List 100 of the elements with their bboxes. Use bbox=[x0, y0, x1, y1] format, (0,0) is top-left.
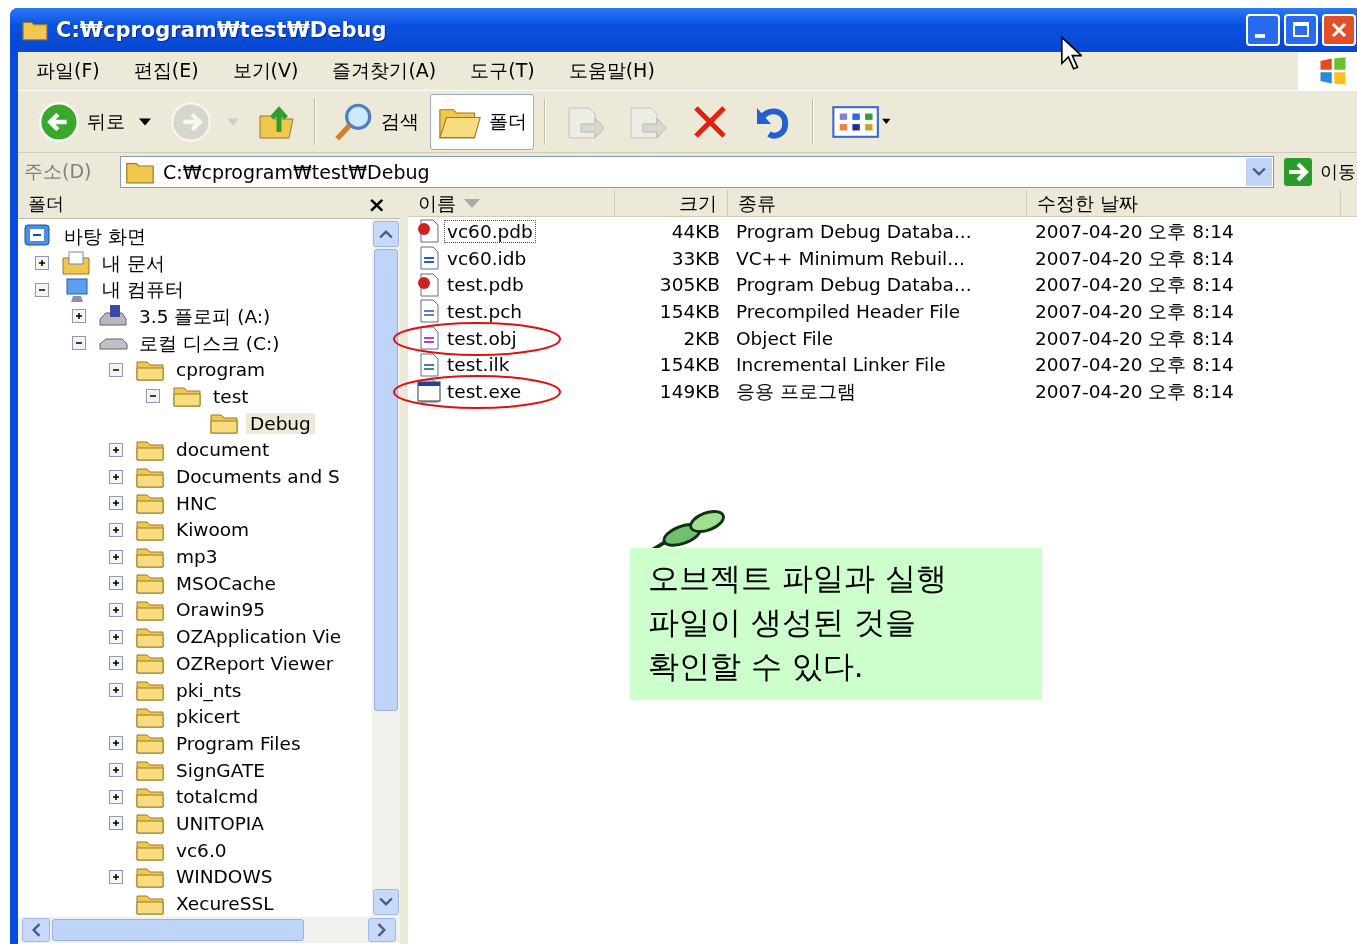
folder-tree-item[interactable]: 내 문서 bbox=[98, 250, 169, 276]
expand-button[interactable] bbox=[109, 469, 123, 484]
folder-tree-item[interactable]: 3.5 플로피 (A:) bbox=[135, 303, 275, 329]
search-button[interactable]: 검색 bbox=[326, 93, 426, 150]
folder-tree-item[interactable]: 바탕 화면 bbox=[60, 223, 150, 249]
expand-button[interactable] bbox=[109, 576, 123, 591]
folder-tree-item[interactable]: 로컬 디스크 (C:) bbox=[135, 330, 284, 356]
pane-title: 폴더 bbox=[28, 192, 64, 216]
file-name[interactable]: test.pdb bbox=[444, 273, 527, 297]
folder-tree-item[interactable]: cprogram bbox=[172, 359, 270, 381]
column-header[interactable]: 이름 bbox=[408, 190, 615, 216]
scroll-down-button[interactable] bbox=[373, 889, 399, 915]
expand-button[interactable] bbox=[109, 496, 123, 511]
folder-tree-item[interactable]: MSOCache bbox=[172, 572, 280, 594]
scroll-right-button[interactable] bbox=[368, 918, 396, 942]
folder-tree-item[interactable]: XecureSSL bbox=[172, 893, 278, 915]
expand-button[interactable] bbox=[109, 816, 123, 831]
back-button[interactable]: 뒤로 bbox=[30, 93, 158, 150]
menu-item[interactable]: 도움말(H) bbox=[550, 58, 671, 84]
folder-tree-item[interactable]: Debug bbox=[246, 412, 315, 434]
collapse-button[interactable] bbox=[109, 362, 123, 377]
maximize-icon bbox=[1291, 20, 1311, 40]
file-name[interactable]: test.ilk bbox=[444, 353, 513, 377]
mouse-pointer-icon bbox=[1060, 36, 1082, 70]
file-size: 2KB bbox=[682, 327, 721, 349]
expand-button[interactable] bbox=[109, 869, 123, 884]
scrollbar-thumb[interactable] bbox=[52, 919, 304, 941]
file-name[interactable]: vc60.pdb bbox=[444, 219, 536, 243]
file-icon bbox=[416, 272, 442, 297]
folder-tree-item[interactable]: Program Files bbox=[172, 732, 305, 754]
menu-item[interactable]: 도구(T) bbox=[452, 58, 551, 84]
scrollbar-thumb[interactable] bbox=[374, 249, 398, 711]
go-button[interactable]: 이동 bbox=[1278, 156, 1357, 187]
expand-button[interactable] bbox=[35, 256, 49, 271]
expand-button[interactable] bbox=[109, 442, 123, 457]
folder-tree-item[interactable]: Documents and S bbox=[172, 466, 344, 488]
close-button[interactable] bbox=[1322, 14, 1356, 46]
menu-item[interactable]: 즐겨찾기(A) bbox=[314, 58, 453, 84]
arrow-right-icon bbox=[1282, 156, 1314, 187]
expand-button[interactable] bbox=[109, 629, 123, 644]
expand-button[interactable] bbox=[109, 763, 123, 778]
folder-tree-item[interactable]: pki_nts bbox=[172, 679, 246, 701]
close-button[interactable]: × bbox=[363, 191, 390, 217]
chevron-down-icon bbox=[379, 897, 393, 907]
folder-tree-item[interactable]: vc6.0 bbox=[172, 839, 231, 861]
folder-tree-item[interactable]: WINDOWS bbox=[172, 866, 277, 888]
file-type: Program Debug Databa... bbox=[735, 220, 973, 242]
column-header[interactable]: 수정한 날짜 bbox=[1027, 190, 1341, 216]
folder-tree-item[interactable]: OZReport Viewer bbox=[172, 652, 338, 674]
file-date: 2007-04-20 오후 8:14 bbox=[1034, 353, 1235, 378]
folder-tree-item[interactable]: mp3 bbox=[172, 546, 222, 568]
horizontal-scrollbar[interactable] bbox=[18, 917, 400, 943]
folder-tree-item[interactable]: 내 컴퓨터 bbox=[98, 277, 188, 303]
menu-item[interactable]: 파일(F) bbox=[18, 58, 116, 84]
expand-button[interactable] bbox=[109, 656, 123, 671]
maximize-button[interactable] bbox=[1284, 14, 1318, 46]
minimize-button[interactable] bbox=[1246, 14, 1280, 46]
file-date: 2007-04-20 오후 8:14 bbox=[1034, 299, 1235, 324]
expand-button[interactable] bbox=[109, 789, 123, 804]
expand-button[interactable] bbox=[109, 736, 123, 751]
expand-button[interactable] bbox=[72, 309, 86, 324]
file-type: VC++ Minimum Rebuil... bbox=[735, 247, 966, 269]
dropdown-button[interactable] bbox=[1246, 157, 1272, 186]
scroll-left-button[interactable] bbox=[22, 918, 50, 942]
folder-tree-item[interactable]: UNITOPIA bbox=[172, 812, 268, 834]
collapse-button[interactable] bbox=[72, 336, 86, 351]
minimize-icon bbox=[1255, 34, 1265, 38]
folder-tree-item[interactable]: SignGATE bbox=[172, 759, 269, 781]
expand-button[interactable] bbox=[109, 602, 123, 617]
expand-button[interactable] bbox=[109, 522, 123, 537]
menu-item[interactable]: 보기(V) bbox=[214, 58, 315, 84]
folder-tree-item[interactable]: Kiwoom bbox=[172, 519, 254, 541]
vertical-scrollbar[interactable] bbox=[372, 219, 400, 917]
collapse-button[interactable] bbox=[146, 389, 160, 404]
file-type: Program Debug Databa... bbox=[735, 274, 973, 296]
file-date: 2007-04-20 오후 8:14 bbox=[1034, 273, 1235, 298]
expand-button[interactable] bbox=[109, 549, 123, 564]
column-header[interactable]: 종류 bbox=[728, 190, 1027, 216]
collapse-button[interactable] bbox=[35, 282, 49, 297]
file-type: Object File bbox=[735, 327, 835, 349]
file-icon bbox=[416, 379, 442, 404]
menu-item[interactable]: 편집(E) bbox=[115, 58, 215, 84]
documents-folder-icon bbox=[60, 250, 92, 277]
caret-icon bbox=[139, 117, 151, 126]
file-name[interactable]: vc60.idb bbox=[444, 246, 530, 270]
file-date: 2007-04-20 오후 8:14 bbox=[1034, 379, 1235, 404]
address-field[interactable]: C:₩cprogram₩test₩Debug bbox=[120, 155, 1274, 188]
folder-tree-item[interactable]: test bbox=[209, 385, 253, 407]
column-header[interactable]: 크기 bbox=[615, 190, 728, 216]
folder-tree-item[interactable]: pkicert bbox=[172, 706, 244, 728]
folder-tree-item[interactable]: HNC bbox=[172, 492, 221, 514]
folder-tree-item[interactable]: document bbox=[172, 439, 274, 461]
scroll-up-button[interactable] bbox=[373, 221, 399, 247]
folder-tree-item[interactable]: Orawin95 bbox=[172, 599, 270, 621]
file-name[interactable]: test.pch bbox=[444, 299, 526, 323]
chevron-right-icon bbox=[377, 923, 387, 937]
folders-button[interactable]: 폴더 bbox=[430, 93, 534, 150]
folder-tree-item[interactable]: OZApplication Vie bbox=[172, 626, 346, 648]
folder-tree-item[interactable]: totalcmd bbox=[172, 786, 263, 808]
expand-button[interactable] bbox=[109, 683, 123, 698]
